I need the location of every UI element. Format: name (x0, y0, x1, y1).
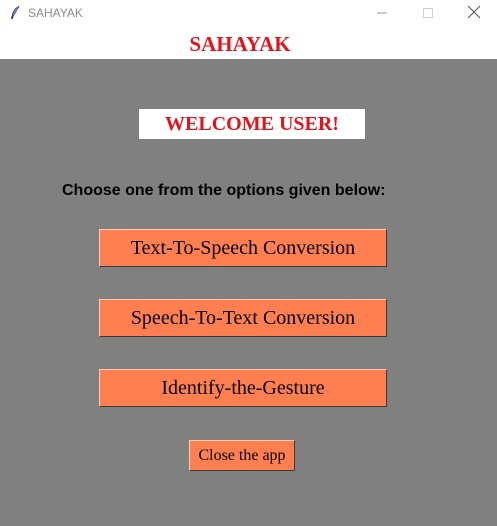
close-icon (467, 5, 481, 23)
text-to-speech-button[interactable]: Text-To-Speech Conversion (99, 229, 387, 267)
identify-gesture-button[interactable]: Identify-the-Gesture (99, 369, 387, 407)
minimize-button[interactable] (359, 0, 405, 28)
welcome-text: WELCOME USER! (165, 112, 339, 135)
close-window-button[interactable] (451, 0, 497, 28)
app-window: SAHAYAK SAHAYAK WELCOME USER! Choose one… (0, 0, 497, 526)
welcome-banner: WELCOME USER! (139, 109, 365, 139)
maximize-icon (423, 5, 433, 23)
feather-icon (8, 5, 22, 21)
window-title: SAHAYAK (28, 6, 83, 20)
app-heading: SAHAYAK (189, 32, 291, 56)
close-app-button[interactable]: Close the app (189, 440, 295, 471)
instruction-text: Choose one from the options given below: (62, 182, 386, 199)
title-bar[interactable]: SAHAYAK (0, 0, 497, 28)
main-panel: WELCOME USER! Choose one from the option… (0, 59, 497, 526)
speech-to-text-button[interactable]: Speech-To-Text Conversion (99, 299, 387, 337)
minimize-icon (377, 5, 387, 23)
maximize-button[interactable] (405, 0, 451, 28)
